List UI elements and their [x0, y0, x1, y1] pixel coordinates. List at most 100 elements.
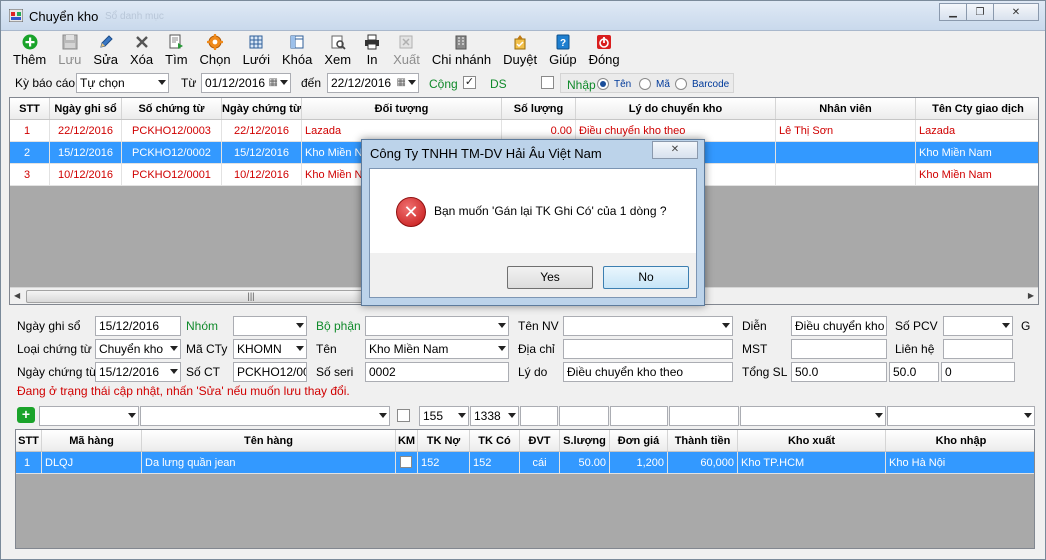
close-form-button[interactable]: Đóng — [583, 33, 626, 69]
sum-checkbox[interactable]: ✓ — [463, 76, 476, 89]
dcol-ma-hang[interactable]: Mã hàng — [42, 430, 142, 451]
ma-cty-label: Mã CTy — [186, 342, 228, 356]
detail-field-sl[interactable] — [559, 406, 609, 426]
dcol-km[interactable]: KM — [396, 430, 418, 451]
ten-select[interactable]: Kho Miền Nam — [365, 339, 509, 359]
lien-he-field[interactable] — [943, 339, 1013, 359]
select-button[interactable]: Chọn — [194, 33, 237, 69]
col-ngay-ghi-so[interactable]: Ngày ghi sổ — [50, 98, 122, 119]
ten-nv-select[interactable] — [563, 316, 733, 336]
tk-co-value: 1338 — [474, 409, 501, 423]
col-nhan-vien[interactable]: Nhân viên — [776, 98, 916, 119]
detail-field-don-gia[interactable] — [610, 406, 668, 426]
detail-kho-xuat-select[interactable] — [740, 406, 886, 426]
km-checkbox[interactable] — [400, 456, 412, 468]
dcol-so-luong[interactable]: S.lượng — [560, 430, 610, 451]
branch-button[interactable]: Chi nhánh — [426, 33, 497, 69]
dcol-tk-no[interactable]: TK Nợ — [418, 430, 470, 451]
dia-chi-field[interactable] — [563, 339, 733, 359]
col-doi-tuong[interactable]: Đối tượng — [302, 98, 502, 119]
restore-icon: ❐ — [975, 6, 985, 18]
tong-sl-field[interactable]: 50.0 — [791, 362, 887, 382]
dcol-tk-co[interactable]: TK Có — [470, 430, 520, 451]
restore-button[interactable]: ❐ — [966, 3, 994, 21]
cell-nhan-vien: Lê Thị Sơn — [776, 120, 916, 141]
add-button[interactable]: Thêm — [7, 33, 52, 69]
dien-giai-field[interactable]: Điều chuyển kho th — [791, 316, 887, 336]
ngay-ct-label: Ngày chứng từ — [17, 365, 98, 379]
col-ly-do[interactable]: Lý do chuyển kho — [576, 98, 776, 119]
so-ct-field[interactable]: PCKHO12/000 — [233, 362, 307, 382]
loai-ct-select[interactable]: Chuyển kho — [95, 339, 181, 359]
detail-combo-2[interactable] — [140, 406, 390, 426]
nhom-select[interactable] — [233, 316, 307, 336]
km-filter-checkbox[interactable] — [397, 409, 410, 422]
name-radio[interactable] — [597, 78, 609, 90]
print-button[interactable]: In — [357, 33, 387, 69]
col-so-chung-tu[interactable]: Số chứng từ — [122, 98, 222, 119]
tk-no-select[interactable]: 155 — [419, 406, 469, 426]
detail-field-thanh-tien[interactable] — [669, 406, 739, 426]
save-button[interactable]: Lưu — [52, 33, 87, 69]
dcell-don-gia: 1,200 — [610, 452, 668, 473]
mst-field[interactable] — [791, 339, 887, 359]
cell-ly-do: Điều chuyển kho theo — [576, 120, 776, 141]
detail-combo-1[interactable] — [39, 406, 139, 426]
delete-button[interactable]: Xóa — [124, 33, 159, 69]
so-pcv-label: Số PCV — [895, 319, 938, 333]
minimize-button[interactable]: ▁ — [939, 3, 967, 21]
detail-kho-nhap-select[interactable] — [887, 406, 1035, 426]
dcol-ten-hang[interactable]: Tên hàng — [142, 430, 396, 451]
tong-sl-field-3[interactable]: 0 — [941, 362, 1015, 382]
grid-button[interactable]: Lưới — [237, 33, 276, 69]
dcell-dvt: cái — [520, 452, 560, 473]
dialog-close-button[interactable]: ✕ — [652, 141, 698, 159]
barcode-radio[interactable] — [675, 78, 687, 90]
code-radio[interactable] — [639, 78, 651, 90]
chevron-down-icon — [498, 346, 506, 351]
so-pcv-select[interactable] — [943, 316, 1013, 336]
dcol-don-gia[interactable]: Đơn giá — [610, 430, 668, 451]
tong-sl-label: Tổng SL — [742, 365, 788, 379]
close-button[interactable]: ✕ — [993, 3, 1039, 21]
no-button[interactable]: No — [603, 266, 689, 289]
to-date-picker[interactable]: 22/12/2016 ▦ — [327, 73, 419, 93]
detail-row-selected[interactable]: 1 DLQJ Da lưng quần jean 152 152 cái 50.… — [16, 452, 1034, 474]
export-button[interactable]: Xuất — [387, 33, 426, 69]
tk-co-select[interactable]: 1338 — [470, 406, 519, 426]
cell-ten-cty: Kho Miền Nam — [919, 147, 992, 159]
bo-phan-select[interactable] — [365, 316, 509, 336]
detail-field-dvt[interactable] — [520, 406, 558, 426]
col-stt[interactable]: STT — [10, 98, 50, 119]
input-checkbox[interactable] — [541, 76, 554, 89]
help-button[interactable]: ? Giúp — [543, 33, 582, 69]
approve-button[interactable]: Duyệt — [497, 33, 543, 69]
col-ngay-chung-tu[interactable]: Ngày chứng từ — [222, 98, 302, 119]
ly-do-field[interactable]: Điều chuyển kho theo — [563, 362, 733, 382]
tong-sl-field-2[interactable]: 50.0 — [889, 362, 939, 382]
ngay-ghi-so-field[interactable]: 15/12/2016 — [95, 316, 181, 336]
ngay-ct-picker[interactable]: 15/12/2016 — [95, 362, 181, 382]
period-select[interactable]: Tự chọn — [76, 73, 169, 93]
dcol-stt[interactable]: STT — [16, 430, 42, 451]
col-so-luong[interactable]: Số lượng — [502, 98, 576, 119]
floppy-disk-icon — [61, 33, 79, 51]
dcol-kho-xuat[interactable]: Kho xuất — [738, 430, 886, 451]
code-radio-label: Mã — [656, 79, 670, 90]
from-date-picker[interactable]: 01/12/2016 ▦ — [201, 73, 291, 93]
add-line-button[interactable]: + — [17, 407, 35, 423]
dcol-kho-nhap[interactable]: Kho nhập — [886, 430, 1034, 451]
dcol-thanh-tien[interactable]: Thành tiền — [668, 430, 738, 451]
dcol-dvt[interactable]: ĐVT — [520, 430, 560, 451]
view-button[interactable]: Xem — [318, 33, 357, 69]
find-button[interactable]: Tìm — [159, 33, 193, 69]
col-ten-cty[interactable]: Tên Cty giao dịch — [916, 98, 1038, 119]
save-label: Lưu — [58, 52, 82, 67]
yes-button[interactable]: Yes — [507, 266, 593, 289]
lock-button[interactable]: Khóa — [276, 33, 318, 69]
edit-button[interactable]: Sửa — [87, 33, 124, 69]
ma-cty-select[interactable]: KHOMN — [233, 339, 307, 359]
chevron-down-icon — [170, 369, 178, 374]
so-seri-field[interactable]: 0002 — [365, 362, 509, 382]
detail-vscroll[interactable] — [1037, 429, 1045, 549]
